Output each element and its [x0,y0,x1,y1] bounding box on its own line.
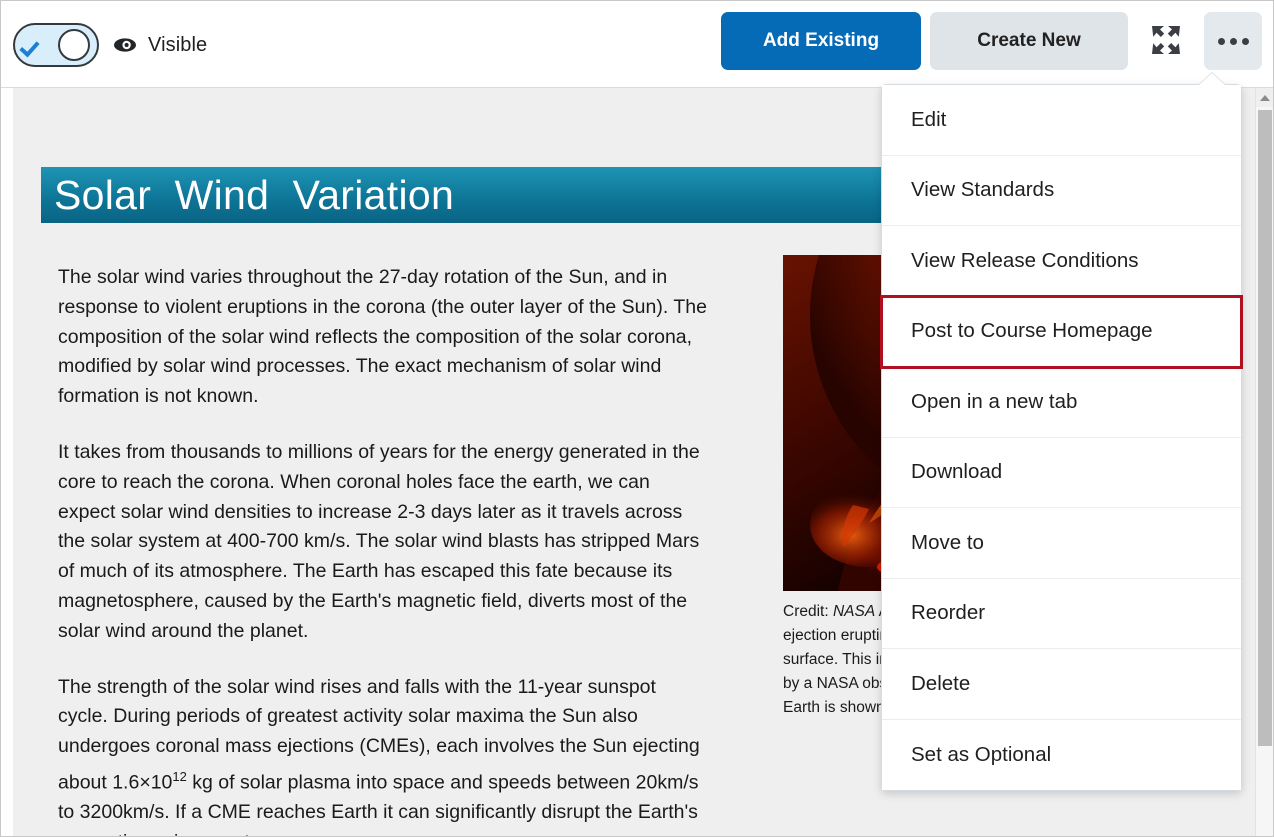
menu-item-label: Download [911,460,1003,484]
visible-label: Visible [148,33,208,56]
paragraph-3-exponent: 12 [172,768,187,784]
toolbar-header: Visible Add Existing Create New [1,1,1273,88]
menu-item-label: Delete [911,671,971,695]
header-actions: Add Existing Create New [721,12,1262,70]
menu-item-label: Set as Optional [911,742,1052,766]
more-options-icon [1217,37,1249,45]
menu-item-label: Move to [911,530,984,554]
menu-item-label: View Standards [911,178,1055,202]
visible-status: Visible [113,33,207,57]
paragraph-2: It takes from thousands to millions of y… [58,440,700,642]
application-window: Visible Add Existing Create New Solar Wi… [0,0,1274,837]
menu-item-move-to[interactable]: Move to [882,508,1241,579]
visibility-controls: Visible [13,23,207,67]
create-new-button[interactable]: Create New [930,12,1128,70]
menu-item-label: Open in a new tab [911,389,1078,413]
menu-caret-icon [1199,73,1225,85]
vertical-scrollbar[interactable] [1255,88,1273,836]
menu-item-reorder[interactable]: Reorder [882,578,1241,649]
menu-item-label: View Release Conditions [911,248,1139,272]
eye-icon [113,33,137,57]
scroll-up-button[interactable] [1256,88,1273,107]
expand-button[interactable] [1137,12,1195,70]
more-options-menu: Edit View Standards View Release Condition… [880,73,1243,791]
menu-item-label: Edit [911,107,947,131]
check-icon [22,36,41,55]
more-options-button[interactable] [1204,12,1262,70]
menu-item-edit[interactable]: Edit [882,85,1241,156]
visibility-toggle[interactable] [13,23,99,67]
article-text: The solar wind varies throughout the 27-… [58,263,708,836]
chevron-up-icon [1259,94,1270,101]
menu-item-label: Post to Course Homepage [911,319,1153,343]
menu-item-label: Reorder [911,601,986,625]
menu-item-set-as-optional[interactable]: Set as Optional [882,719,1241,790]
caption-prefix: Credit: [783,603,833,620]
menu-item-view-standards[interactable]: View Standards [882,155,1241,226]
expand-icon [1149,23,1183,60]
menu-item-download[interactable]: Download [882,437,1241,508]
menu-item-delete[interactable]: Delete [882,649,1241,720]
paragraph-1: The solar wind varies throughout the 27-… [58,266,707,408]
menu-item-post-to-course-homepage[interactable]: Post to Course Homepage [880,294,1243,369]
menu-item-open-in-a-new-tab[interactable]: Open in a new tab [882,367,1241,438]
scrollbar-thumb[interactable] [1258,110,1272,746]
caption-source: NASA [832,603,876,620]
menu-item-view-release-conditions[interactable]: View Release Conditions [882,226,1241,297]
toggle-knob [58,29,90,61]
page-title: Solar Wind Variation [54,171,455,218]
paragraph-3: The strength of the solar wind rises and… [58,673,708,836]
add-existing-button[interactable]: Add Existing [721,12,921,70]
